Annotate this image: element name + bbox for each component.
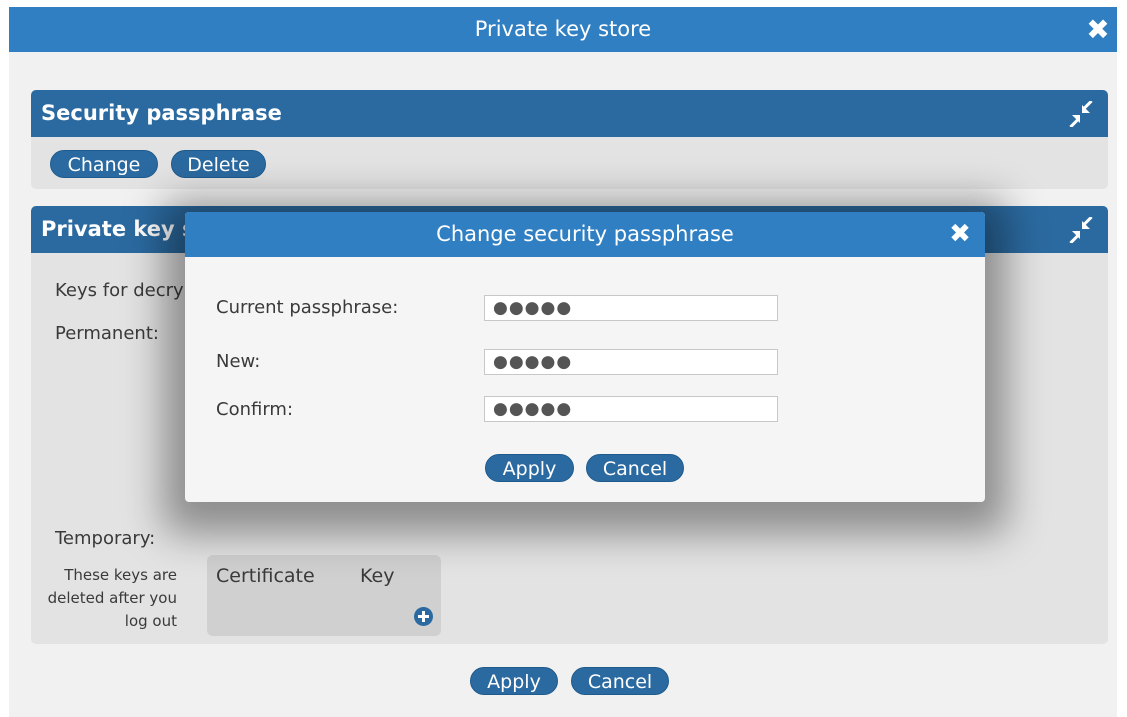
private-key-store-window: Private key store ✖ Security passphrase … — [9, 7, 1117, 717]
current-passphrase-input[interactable]: ●●●●● — [484, 295, 778, 321]
certificate-column-header: Certificate — [216, 565, 315, 587]
close-icon[interactable]: ✖ — [943, 212, 977, 257]
keys-for-decryption-label: Keys for decry — [55, 280, 184, 301]
collapse-icon[interactable] — [1068, 101, 1094, 127]
panel-title: Private key s — [41, 217, 195, 241]
dialog-cancel-button[interactable]: Cancel — [586, 454, 684, 482]
security-passphrase-panel: Security passphrase Change Delete — [31, 90, 1108, 189]
dialog-titlebar: Change security passphrase ✖ — [185, 212, 985, 257]
apply-button[interactable]: Apply — [470, 667, 558, 695]
temporary-keys-table: Certificate Key — [207, 555, 441, 636]
collapse-icon[interactable] — [1068, 217, 1094, 243]
key-column-header: Key — [360, 565, 395, 587]
new-passphrase-label: New: — [216, 351, 261, 372]
panel-title: Security passphrase — [41, 101, 282, 125]
confirm-passphrase-input[interactable]: ●●●●● — [484, 396, 778, 422]
delete-button[interactable]: Delete — [171, 150, 266, 178]
current-passphrase-label: Current passphrase: — [216, 297, 399, 318]
temporary-label: Temporary: — [55, 528, 156, 549]
dialog-apply-button[interactable]: Apply — [485, 454, 574, 482]
cancel-button[interactable]: Cancel — [571, 667, 669, 695]
change-passphrase-dialog: Change security passphrase ✖ Current pas… — [185, 212, 985, 502]
permanent-label: Permanent: — [55, 323, 159, 344]
plus-circle-icon[interactable] — [414, 607, 433, 626]
dialog-title: Change security passphrase — [436, 222, 734, 246]
window-titlebar: Private key store ✖ — [9, 7, 1117, 52]
window-title: Private key store — [474, 17, 652, 41]
new-passphrase-input[interactable]: ●●●●● — [484, 349, 778, 375]
change-button[interactable]: Change — [50, 150, 158, 178]
confirm-passphrase-label: Confirm: — [216, 399, 294, 420]
temporary-note: These keys are deleted after you log out — [47, 566, 177, 630]
panel-header: Security passphrase — [31, 90, 1108, 137]
close-icon[interactable]: ✖ — [1081, 7, 1115, 52]
